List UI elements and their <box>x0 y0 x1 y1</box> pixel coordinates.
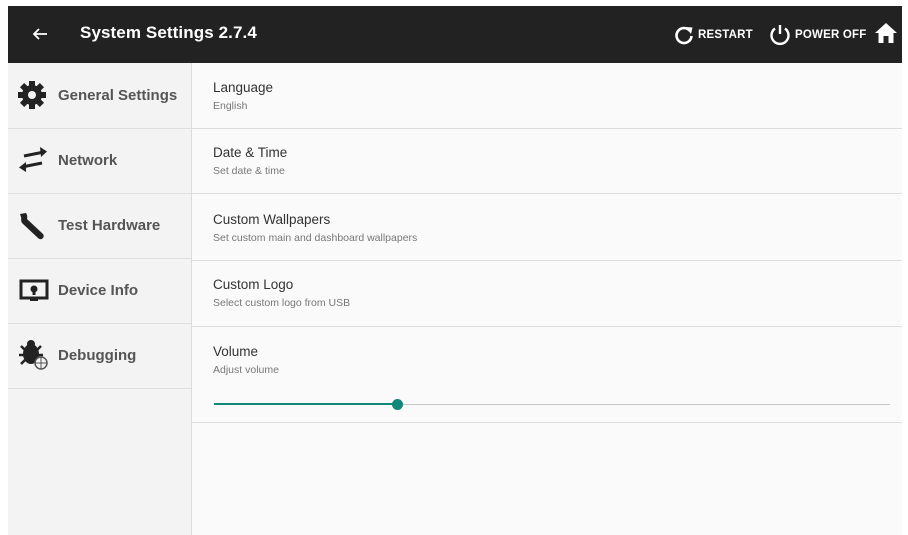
wrench-icon <box>20 213 44 240</box>
setting-title: Language <box>213 80 274 95</box>
volume-slider[interactable] <box>214 398 890 412</box>
home-icon <box>875 23 897 43</box>
setting-date-time[interactable]: Date & Time Set date & time <box>192 129 902 194</box>
setting-title: Custom Logo <box>213 277 294 292</box>
setting-language[interactable]: Language English <box>192 63 902 129</box>
power-off-button[interactable]: POWER OFF <box>768 21 866 49</box>
arrow-left-icon <box>32 28 47 40</box>
power-off-label: POWER OFF <box>795 29 867 41</box>
sidebar-item-device-info[interactable]: Device Info <box>8 258 191 324</box>
slider-thumb[interactable] <box>391 399 403 410</box>
sidebar-item-label: Device Info <box>58 282 139 299</box>
sidebar: General Settings Network Test Hardware D… <box>8 63 192 535</box>
settings-window: System Settings 2.7.4 RESTART POWER OFF <box>8 6 902 535</box>
restart-icon <box>675 26 693 45</box>
setting-subtitle: Set date & time <box>213 165 285 177</box>
power-icon <box>770 25 790 46</box>
setting-subtitle: Set custom main and dashboard wallpapers <box>213 232 418 244</box>
setting-title: Volume <box>213 344 259 359</box>
sidebar-item-label: General Settings <box>58 87 178 104</box>
setting-subtitle: Adjust volume <box>213 364 279 376</box>
sidebar-item-label: Network <box>58 152 118 169</box>
slider-fill <box>214 403 397 405</box>
gear-icon <box>18 81 46 109</box>
sidebar-item-general-settings[interactable]: General Settings <box>8 63 191 129</box>
top-app-bar: System Settings 2.7.4 RESTART POWER OFF <box>8 6 902 63</box>
swap-arrows-icon <box>19 147 47 172</box>
setting-title: Date & Time <box>213 145 288 160</box>
sidebar-item-network[interactable]: Network <box>8 128 191 194</box>
setting-subtitle: English <box>213 100 248 112</box>
setting-custom-logo[interactable]: Custom Logo Select custom logo from USB <box>192 261 902 327</box>
sidebar-item-debugging[interactable]: Debugging <box>8 323 191 389</box>
back-button[interactable] <box>28 19 52 49</box>
settings-list: Language English Date & Time Set date & … <box>192 63 902 535</box>
monitor-icon <box>19 279 49 301</box>
sidebar-item-label: Debugging <box>58 347 137 364</box>
setting-subtitle: Select custom logo from USB <box>213 297 351 309</box>
setting-title: Custom Wallpapers <box>213 212 331 227</box>
restart-label: RESTART <box>698 29 753 41</box>
sidebar-item-label: Test Hardware <box>58 217 161 234</box>
home-button[interactable] <box>874 21 900 49</box>
setting-custom-wallpapers[interactable]: Custom Wallpapers Set custom main and da… <box>192 194 902 261</box>
sidebar-item-test-hardware[interactable]: Test Hardware <box>8 193 191 259</box>
bug-icon <box>19 340 48 370</box>
page-title: System Settings 2.7.4 <box>80 23 257 42</box>
restart-button[interactable]: RESTART <box>673 21 753 49</box>
